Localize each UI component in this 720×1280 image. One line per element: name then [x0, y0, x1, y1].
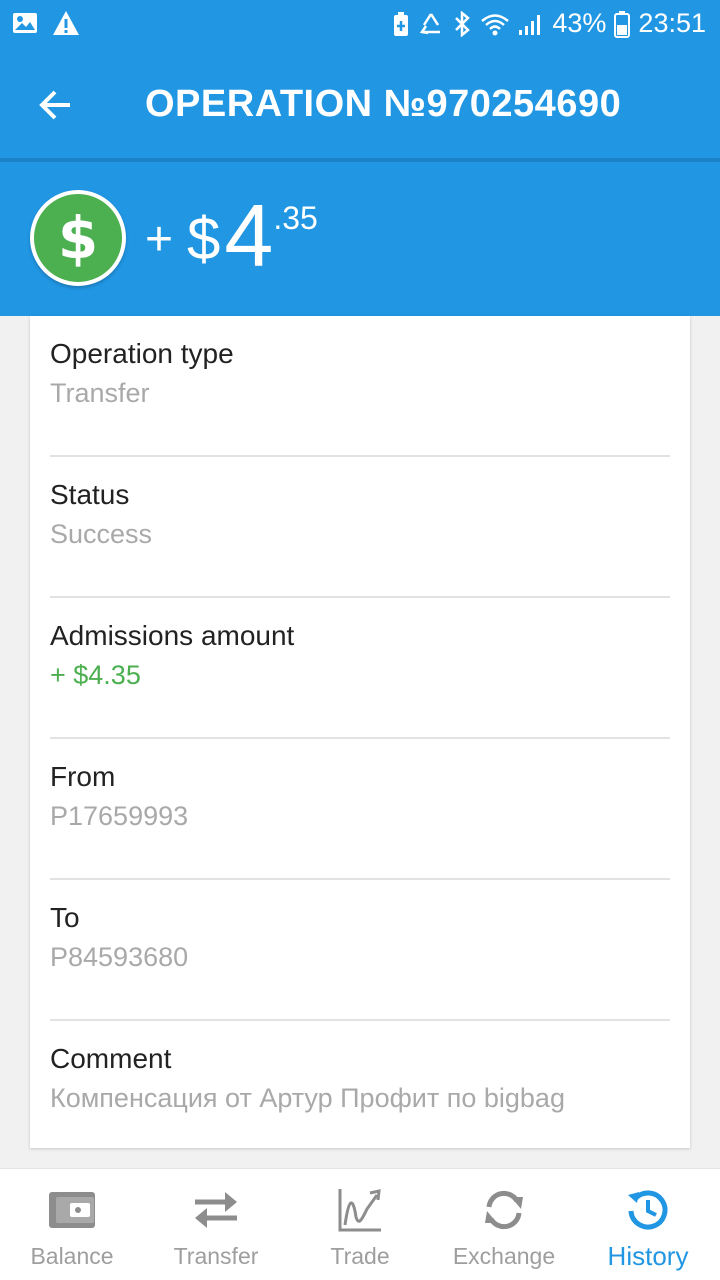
- operation-details-card: Operation type Transfer Status Success A…: [30, 316, 690, 1148]
- detail-label: Status: [50, 479, 130, 510]
- detail-row-admissions-amount: Admissions amount + $4.35: [50, 598, 670, 739]
- signal-icon: [518, 12, 544, 36]
- detail-value: Success: [50, 519, 153, 549]
- arrow-back-icon: [39, 90, 70, 120]
- detail-row-to: To P84593680: [50, 880, 670, 1021]
- warning-icon: [52, 10, 80, 36]
- detail-value: P84593680: [50, 942, 189, 972]
- clock-time: 23:51: [638, 8, 706, 38]
- detail-row-from: From P17659993: [50, 739, 670, 880]
- detail-value: Transfer: [50, 378, 150, 408]
- bluetooth-icon: [452, 10, 472, 37]
- wallet-icon: [48, 1187, 96, 1233]
- app-bar: OPERATION №970254690: [0, 50, 720, 160]
- page-title: OPERATION №970254690: [145, 83, 622, 125]
- back-button[interactable]: [26, 75, 86, 135]
- amount-sign: +: [145, 213, 174, 266]
- detail-row-comment: Comment Компенсация от Артур Профит по b…: [50, 1021, 670, 1162]
- chart-trend-icon: [337, 1187, 383, 1233]
- nav-label: Exchange: [452, 1243, 556, 1269]
- nav-item-transfer[interactable]: Transfer: [166, 1169, 266, 1280]
- battery-percent: 43%: [552, 8, 607, 38]
- recycle-icon: [418, 12, 444, 36]
- wifi-icon: [480, 12, 510, 36]
- amount-currency: $: [187, 205, 221, 272]
- status-bar: 43% 23:51: [0, 0, 720, 50]
- battery-saver-icon: [392, 11, 410, 37]
- refresh-icon: [481, 1187, 527, 1233]
- operation-amount: + $ 4 .35: [145, 192, 318, 280]
- detail-value: Компенсация от Артур Профит по bigbag: [50, 1083, 565, 1113]
- bottom-navigation: Balance Transfer Trade Exchange History: [0, 1168, 720, 1280]
- nav-label: Transfer: [173, 1243, 259, 1269]
- swap-arrows-icon: [191, 1187, 241, 1233]
- detail-row-status: Status Success: [50, 457, 670, 598]
- detail-value: P17659993: [50, 801, 189, 831]
- nav-item-history[interactable]: History: [598, 1169, 698, 1280]
- detail-label: Operation type: [50, 338, 234, 369]
- amount-fraction: .35: [273, 200, 318, 236]
- amount-integer: 4: [224, 186, 274, 285]
- detail-value: + $4.35: [50, 660, 141, 690]
- nav-label: Balance: [30, 1243, 114, 1269]
- image-icon: [12, 11, 38, 35]
- nav-label: Trade: [330, 1243, 390, 1269]
- detail-label: Comment: [50, 1043, 172, 1074]
- detail-row-operation-type: Operation type Transfer: [50, 316, 670, 457]
- nav-item-exchange[interactable]: Exchange: [448, 1169, 560, 1280]
- nav-item-balance[interactable]: Balance: [22, 1169, 122, 1280]
- history-clock-icon: [625, 1187, 671, 1233]
- battery-icon: [614, 10, 631, 38]
- amount-header: $ + $ 4 .35: [0, 162, 720, 316]
- nav-item-trade[interactable]: Trade: [310, 1169, 410, 1280]
- detail-label: From: [50, 761, 116, 792]
- detail-label: Admissions amount: [50, 620, 295, 651]
- detail-label: To: [50, 902, 80, 933]
- nav-label: History: [607, 1241, 689, 1271]
- dollar-icon: $: [30, 190, 126, 286]
